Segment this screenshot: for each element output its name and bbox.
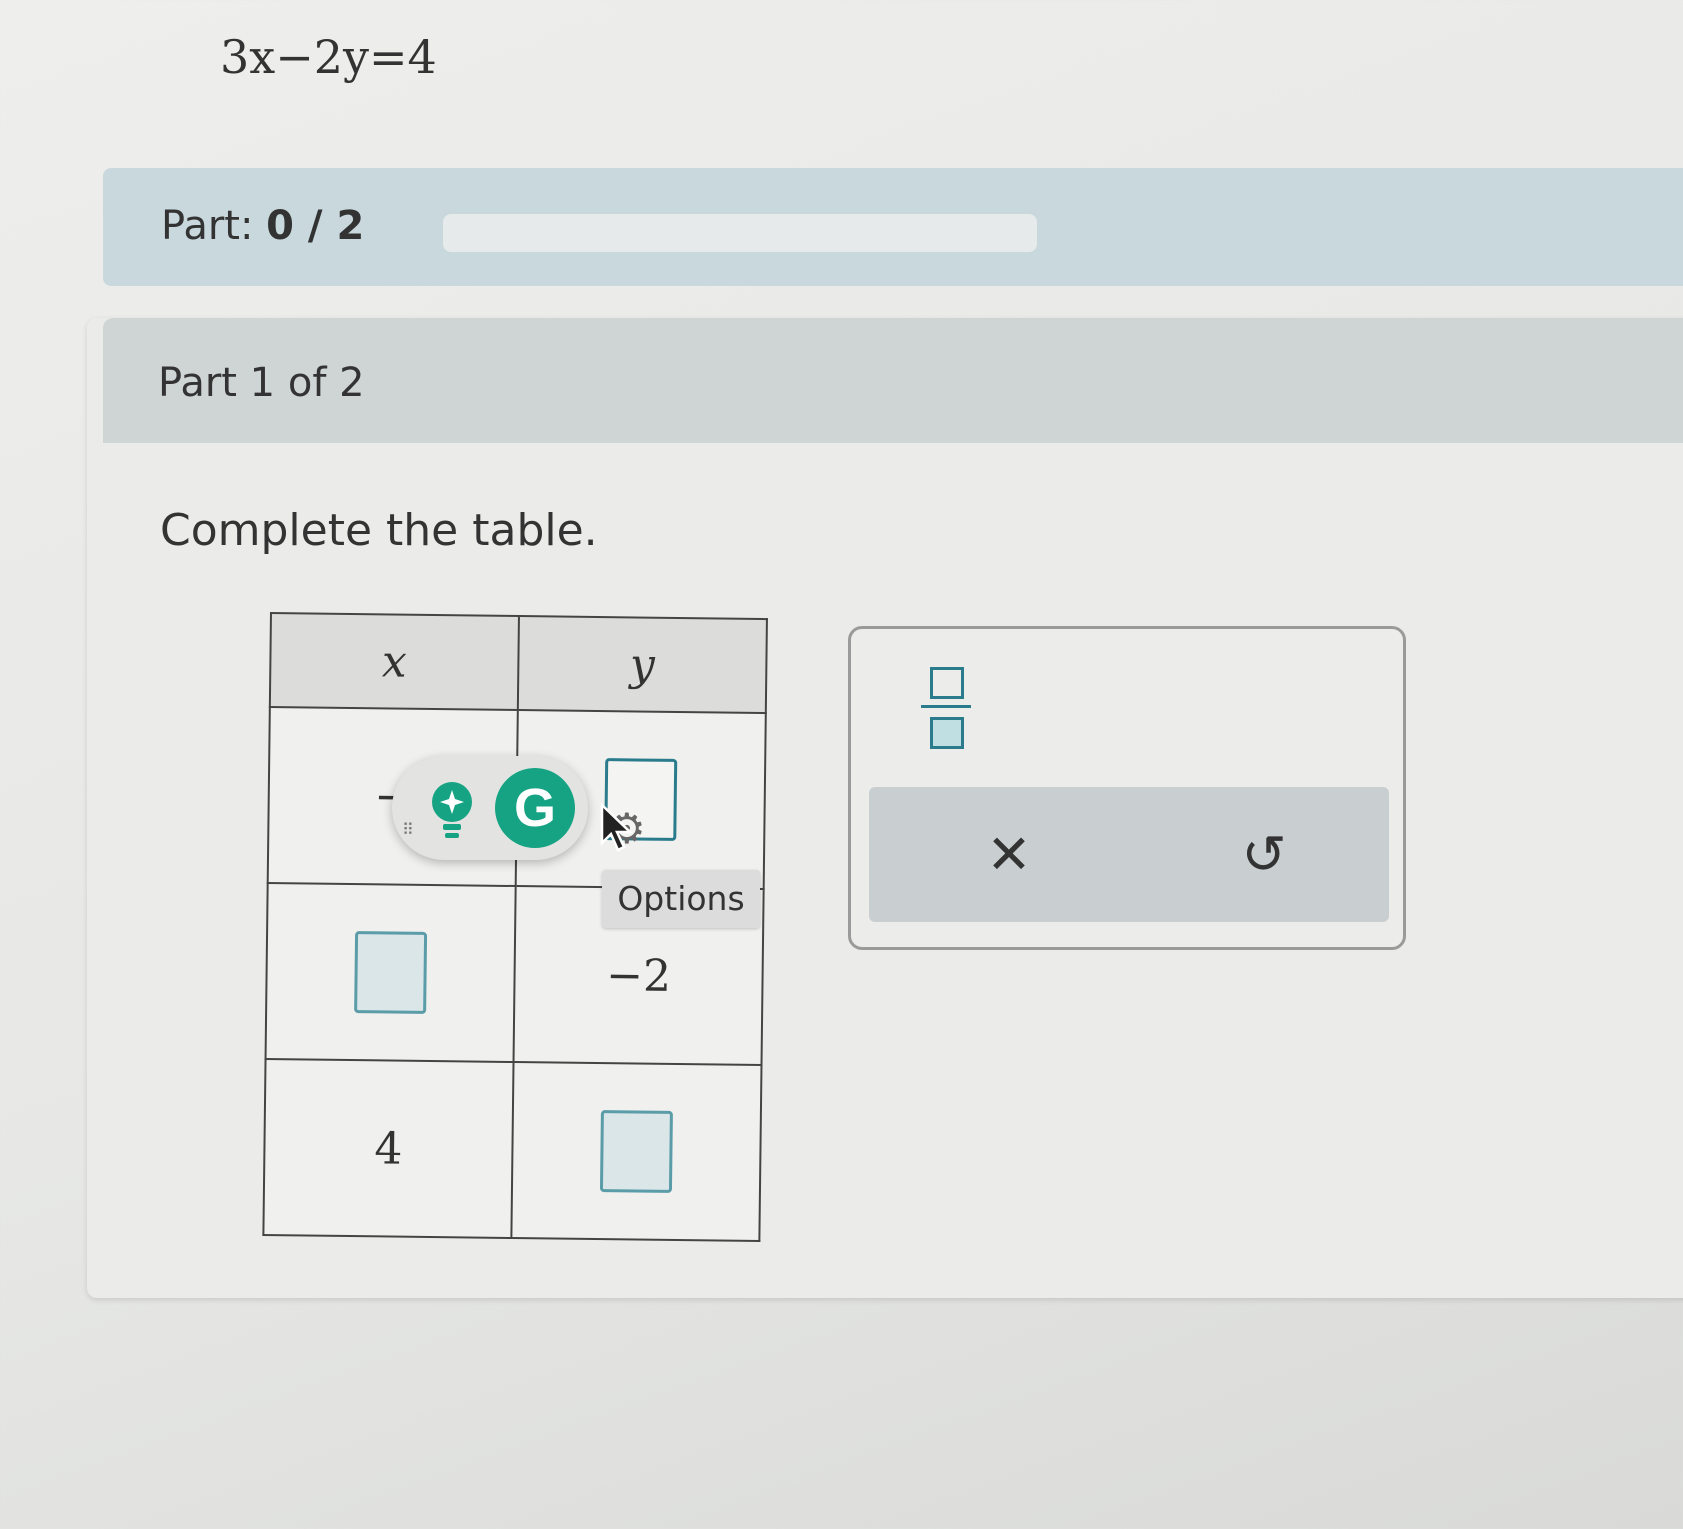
- table-cell-y: [511, 1062, 762, 1242]
- mouse-cursor-icon: [600, 803, 634, 852]
- part-progress-value: 0 / 2: [266, 203, 365, 249]
- fraction-denominator-box: [930, 717, 964, 749]
- answer-input-y-row3[interactable]: [599, 1110, 673, 1193]
- grammarly-g-icon[interactable]: G: [495, 768, 575, 848]
- lightbulb-icon[interactable]: [422, 778, 482, 842]
- math-toolbox: ✕ ↺: [848, 626, 1406, 950]
- answer-input-x-row2[interactable]: [354, 931, 428, 1014]
- table-header-row: x y: [269, 613, 767, 714]
- question-header: Part 1 of 2: [103, 318, 1683, 443]
- clear-button[interactable]: ✕: [969, 815, 1049, 895]
- cell-value: −2: [605, 949, 672, 1002]
- part-progress-label: Part: 0 / 2: [161, 203, 364, 249]
- fraction-icon[interactable]: [921, 667, 971, 749]
- progress-bar-panel: Part: 0 / 2: [103, 168, 1683, 286]
- undo-button[interactable]: ↺: [1224, 815, 1304, 895]
- grammarly-widget[interactable]: ⠿ G: [392, 756, 588, 860]
- options-tooltip: Options: [602, 870, 760, 928]
- fraction-bar: [921, 705, 971, 708]
- table-row: 4: [263, 1058, 762, 1242]
- fraction-numerator-box: [930, 667, 964, 699]
- question-part-title: Part 1 of 2: [158, 360, 365, 406]
- drag-handle-icon[interactable]: ⠿: [402, 822, 414, 838]
- toolbox-actions: ✕ ↺: [869, 787, 1389, 922]
- table-cell-x: 4: [263, 1058, 514, 1238]
- cell-value: 4: [374, 1122, 403, 1175]
- progress-track: [443, 214, 1037, 252]
- instruction-text: Complete the table.: [160, 505, 598, 556]
- equation: 3x−2y=4: [220, 30, 437, 84]
- column-header-x: x: [269, 613, 519, 711]
- column-header-y: y: [517, 616, 767, 714]
- table-cell-x: [265, 882, 516, 1063]
- part-label-text: Part:: [161, 203, 254, 249]
